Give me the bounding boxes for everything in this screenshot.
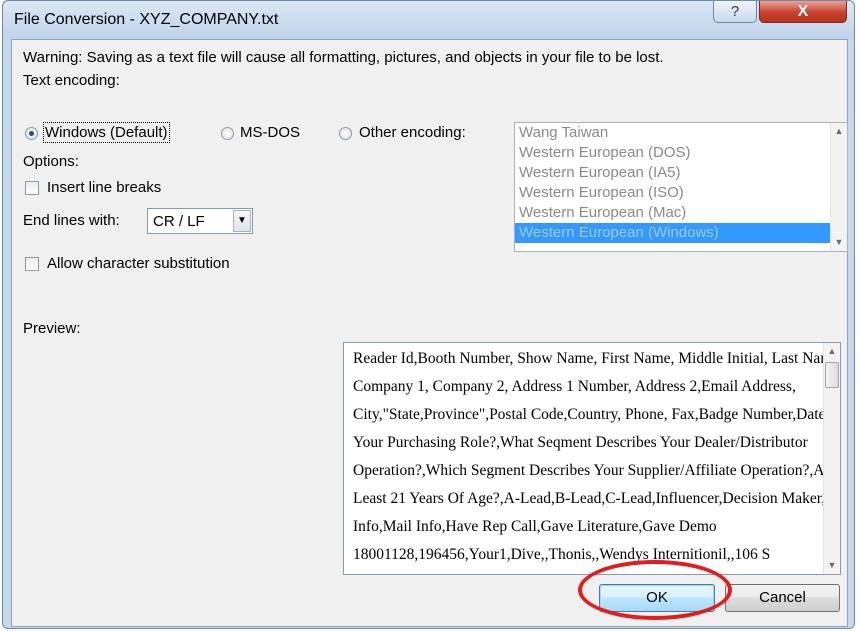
encoding-item-western-windows[interactable]: Western European (Windows) [515,223,847,243]
preview-line: Company 1, Company 2, Address 1 Number, … [353,378,796,395]
scroll-up-icon[interactable]: ▲ [831,123,847,140]
allow-substitution-checkbox[interactable] [25,257,39,271]
encoding-item-western-ia5[interactable]: Western European (IA5) [515,163,847,183]
end-lines-select[interactable]: CR / LF ▼ [147,208,253,234]
allow-substitution-label[interactable]: Allow character substitution [47,255,230,272]
encoding-item-wang-taiwan[interactable]: Wang Taiwan [515,123,847,143]
preview-line: City,"State,Province",Postal Code,Countr… [353,406,840,423]
radio-other-encoding-label[interactable]: Other encoding: [359,124,466,141]
preview-label: Preview: [23,320,81,337]
encoding-item-western-mac[interactable]: Western European (Mac) [515,203,847,223]
preview-line: 18001128,196456,Your1,Dive,,Thonis,,Wend… [353,546,771,563]
preview-scrollbar[interactable]: ▲ ▼ [823,343,840,574]
scroll-down-icon[interactable]: ▼ [831,234,847,251]
help-button[interactable]: ? [713,1,757,23]
preview-line: Your Purchasing Role?,What Seqment Descr… [353,434,808,451]
title-bar[interactable]: File Conversion - XYZ_COMPANY.txt ? X [3,1,854,39]
encoding-scrollbar[interactable]: ▲ ▼ [830,123,847,251]
options-label: Options: [23,153,79,170]
radio-ms-dos-label[interactable]: MS-DOS [240,124,300,141]
radio-selected-dot [29,131,34,136]
preview-box[interactable]: Reader Id,Booth Number, Show Name, First… [343,342,841,575]
dropdown-arrow-icon[interactable]: ▼ [233,210,251,232]
end-lines-label: End lines with: [23,212,120,229]
warning-text: Warning: Saving as a text file will caus… [23,49,664,66]
insert-line-breaks-checkbox[interactable] [25,181,39,195]
insert-line-breaks-label[interactable]: Insert line breaks [47,179,161,196]
cancel-button[interactable]: Cancel [725,584,840,612]
text-encoding-label: Text encoding: [23,72,120,89]
scroll-thumb[interactable] [825,362,839,388]
dialog-window: File Conversion - XYZ_COMPANY.txt ? X Wa… [2,0,855,629]
preview-line: Info,Mail Info,Have Rep Call,Gave Litera… [353,518,717,535]
encoding-item-western-iso[interactable]: Western European (ISO) [515,183,847,203]
radio-other-encoding[interactable] [339,127,352,140]
preview-line: Operation?,Which Segment Describes Your … [353,462,841,479]
help-icon: ? [730,3,740,20]
scroll-down-icon[interactable]: ▼ [824,557,840,574]
preview-text: Reader Id,Booth Number, Show Name, First… [353,345,841,569]
encoding-item-western-dos[interactable]: Western European (DOS) [515,143,847,163]
preview-line: Reader Id,Booth Number, Show Name, First… [353,350,841,367]
radio-windows-default-label[interactable]: Windows (Default) [43,122,170,143]
preview-line: Least 21 Years Of Age?,A-Lead,B-Lead,C-L… [353,490,841,507]
dialog-content: Warning: Saving as a text file will caus… [11,39,848,627]
close-button[interactable]: X [759,1,847,23]
radio-ms-dos[interactable] [221,127,234,140]
close-icon: X [797,3,809,20]
scroll-up-icon[interactable]: ▲ [824,343,840,360]
encoding-listbox[interactable]: Wang Taiwan Western European (DOS) Weste… [514,122,848,252]
radio-windows-default[interactable] [25,127,38,140]
ok-button[interactable]: OK [599,584,715,612]
end-lines-value: CR / LF [153,213,205,230]
window-title: File Conversion - XYZ_COMPANY.txt [14,11,279,28]
